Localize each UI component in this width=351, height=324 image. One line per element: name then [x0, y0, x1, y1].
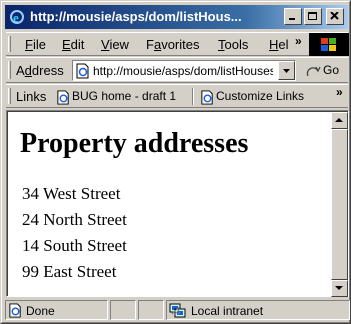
list-item: 99 East Street	[22, 262, 117, 281]
status-panel-progress	[110, 300, 136, 320]
address-field[interactable]	[72, 60, 296, 81]
status-panel-security	[138, 300, 164, 320]
vertical-scrollbar[interactable]	[331, 112, 348, 297]
ie-page-icon	[9, 303, 21, 318]
menu-favorites[interactable]: Favorites	[146, 37, 199, 52]
scroll-thumb[interactable]	[331, 129, 348, 280]
status-panel-main: Done	[5, 300, 108, 320]
browser-window: e http://mousie/asps/dom/listHous... Fil…	[0, 0, 351, 324]
menu-view[interactable]: View	[101, 37, 129, 52]
close-icon	[330, 12, 339, 20]
dropdown-arrow-icon	[283, 69, 290, 73]
go-label: Go	[323, 63, 340, 77]
go-arrow-icon	[306, 66, 321, 77]
menu-help[interactable]: Hel	[269, 37, 289, 52]
go-button[interactable]: Go	[303, 62, 347, 80]
links-bar: Links BUG home - draft 1 Customize Links…	[6, 84, 348, 108]
up-arrow-icon	[335, 118, 343, 122]
minimize-icon	[289, 18, 295, 20]
down-arrow-icon	[335, 286, 343, 290]
windows-flag-icon	[321, 38, 336, 51]
toolbar-grip[interactable]	[8, 61, 11, 79]
web-page: Property addresses 34 West Street 24 Nor…	[8, 112, 331, 297]
maximize-icon	[308, 12, 317, 20]
page-heading: Property addresses	[20, 128, 249, 159]
resize-grip-icon[interactable]	[169, 303, 181, 315]
windows-logo-throbber	[309, 33, 349, 56]
content-viewport: Property addresses 34 West Street 24 Nor…	[6, 110, 349, 297]
toolbar-grip[interactable]	[8, 88, 11, 104]
status-bar: Done Local intranet	[5, 299, 350, 321]
content-frame: Property addresses 34 West Street 24 Nor…	[7, 111, 348, 297]
menu-edit[interactable]: Edit	[62, 37, 84, 52]
svg-text:e: e	[13, 10, 19, 25]
address-list: 34 West Street 24 North Street 14 South …	[22, 184, 127, 288]
ie-logo-icon: e	[10, 10, 24, 25]
scroll-up-button[interactable]	[331, 112, 348, 129]
menu-file[interactable]: File	[25, 37, 46, 52]
address-dropdown-button[interactable]	[278, 61, 295, 80]
list-item: 34 West Street	[22, 184, 121, 203]
address-label: Address	[16, 63, 64, 78]
address-bar: Address Go	[6, 57, 348, 83]
minimize-button[interactable]	[284, 8, 302, 25]
window-title: http://mousie/asps/dom/listHous...	[30, 9, 242, 24]
toolbar-grip[interactable]	[8, 36, 11, 52]
scroll-down-button[interactable]	[331, 280, 348, 297]
menu-overflow-chevron[interactable]: »	[295, 34, 302, 48]
url-input[interactable]	[93, 62, 273, 79]
links-label: Links	[16, 89, 47, 104]
menu-bar: File Edit View Favorites Tools Hel »	[6, 32, 349, 56]
ie-page-icon	[201, 90, 213, 105]
links-overflow-chevron[interactable]: »	[336, 85, 343, 99]
menu-tools[interactable]: Tools	[218, 37, 248, 52]
ie-page-icon	[76, 63, 89, 79]
status-panel-zone: Local intranet	[166, 300, 350, 320]
window-frame: e http://mousie/asps/dom/listHous... Fil…	[1, 1, 350, 323]
zone-text: Local intranet	[191, 304, 264, 318]
ie-page-icon	[57, 90, 69, 105]
status-text: Done	[26, 304, 55, 318]
list-item: 14 South Street	[22, 236, 127, 255]
list-item: 24 North Street	[22, 210, 127, 229]
links-separator	[192, 88, 194, 105]
close-button[interactable]	[326, 8, 344, 25]
title-bar[interactable]: e http://mousie/asps/dom/listHous...	[5, 5, 348, 29]
maximize-button[interactable]	[304, 8, 322, 25]
